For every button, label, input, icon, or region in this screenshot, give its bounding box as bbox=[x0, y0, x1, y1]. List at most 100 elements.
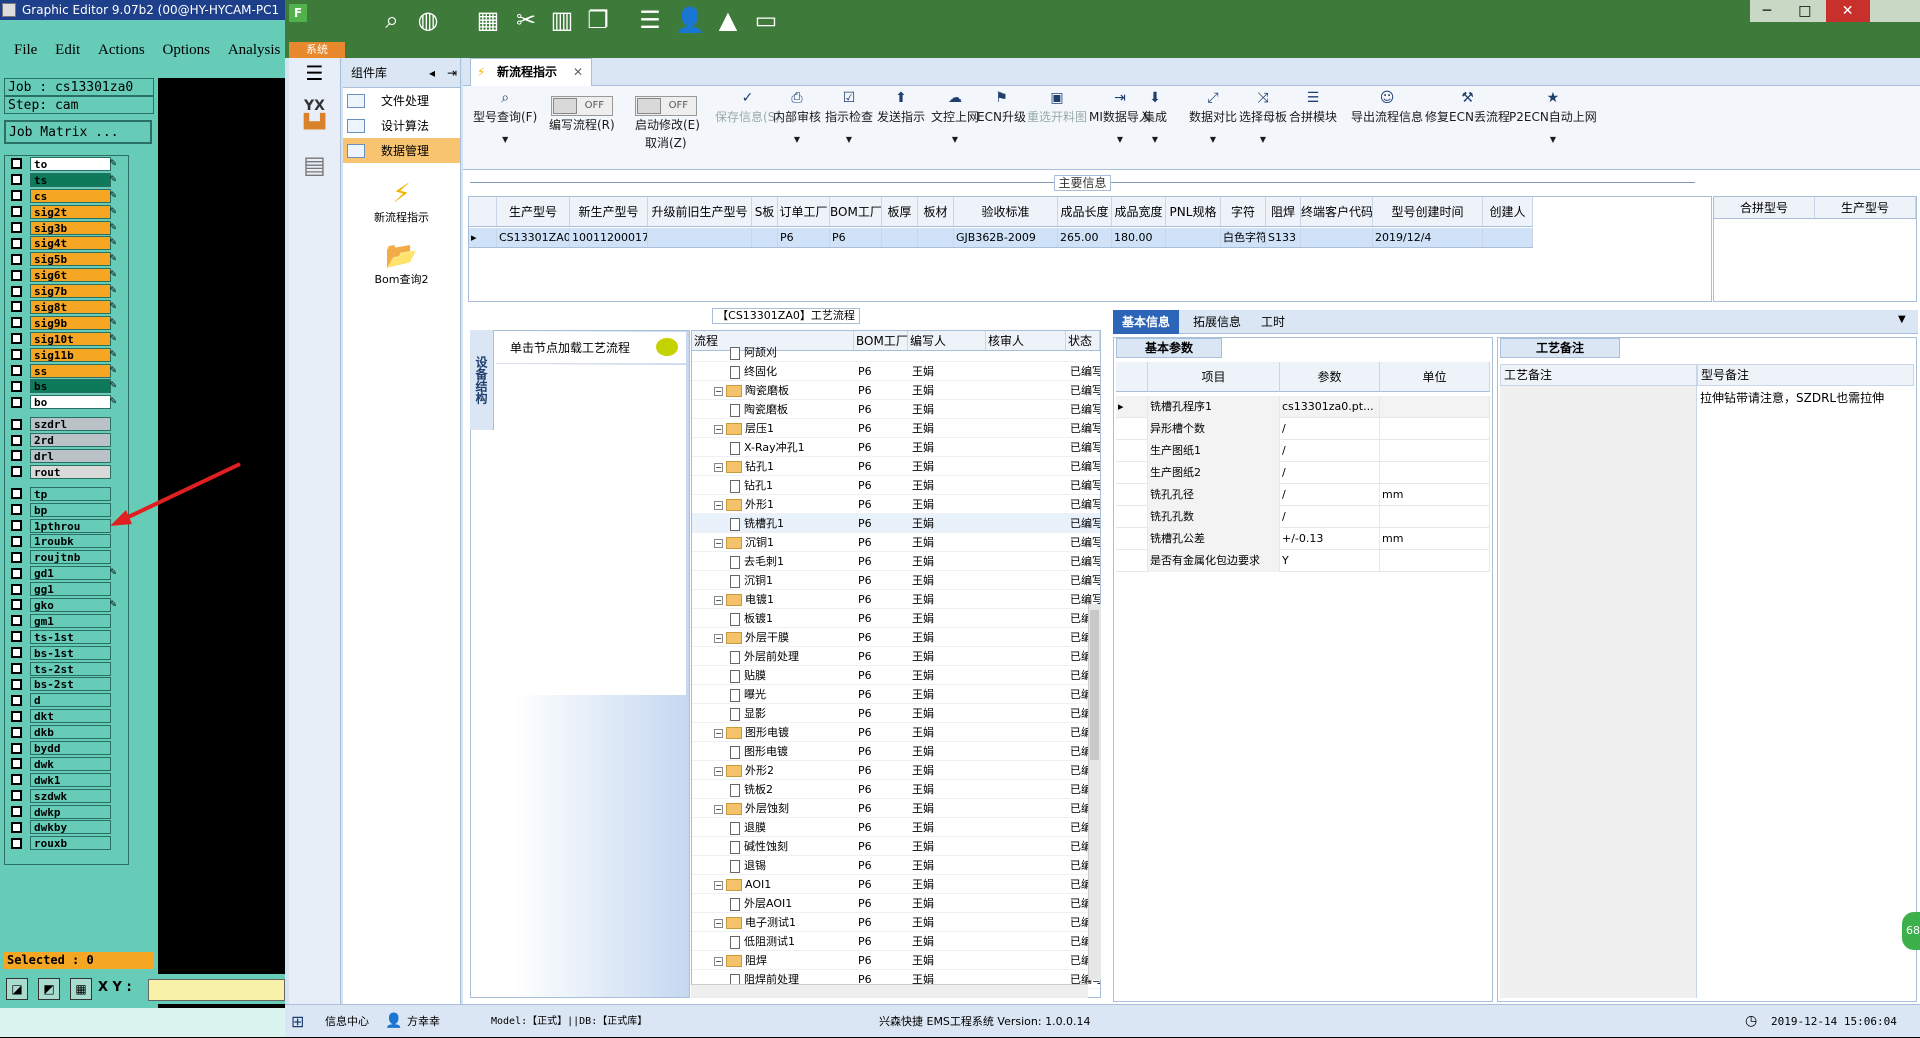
layer-checkbox[interactable] bbox=[11, 317, 22, 329]
collapse-icon[interactable]: − bbox=[714, 956, 723, 966]
tree-row[interactable]: − 外形2 P6 王娟 已编写 bbox=[692, 761, 1100, 780]
tree-node[interactable]: 曝光 bbox=[730, 685, 854, 704]
menu-analysis[interactable]: Analysis bbox=[228, 42, 281, 58]
toolbar-button[interactable]: ⬆ 发送指示 bbox=[877, 90, 925, 125]
minimize-button[interactable]: ─ bbox=[1750, 0, 1784, 22]
layer-checkbox[interactable] bbox=[11, 488, 22, 500]
tree-row[interactable]: 去毛刺1 P6 王娟 已编写 bbox=[692, 552, 1100, 571]
layer-row[interactable]: d bbox=[5, 692, 128, 708]
grid-icon[interactable]: ▦ bbox=[473, 6, 503, 34]
layer-row[interactable]: ts ✎ bbox=[5, 172, 128, 188]
tree-node[interactable]: 铣槽孔1 bbox=[730, 514, 854, 533]
toolbar-button[interactable]: ⇥ MI数据导入 ▼ bbox=[1089, 90, 1151, 144]
main-col-header[interactable]: 新生产型号 bbox=[570, 197, 648, 226]
menu-options[interactable]: Options bbox=[163, 42, 211, 58]
tree-node[interactable]: 图形电镀 bbox=[730, 742, 854, 761]
layer-checkbox[interactable] bbox=[11, 333, 22, 345]
layer-row[interactable]: sig8t ✎ bbox=[5, 299, 128, 315]
layer-row[interactable]: rouxb bbox=[5, 835, 128, 851]
basic-param-row[interactable]: 铣槽孔公差 +/-0.13 mm bbox=[1116, 528, 1490, 550]
tree-row[interactable]: 铣槽孔1 P6 王娟 已编写 bbox=[692, 514, 1100, 533]
layer-row[interactable]: szdwk bbox=[5, 788, 128, 804]
main-col-header[interactable]: 创建人 bbox=[1483, 197, 1533, 226]
layer-checkbox[interactable] bbox=[11, 301, 22, 313]
layer-checkbox[interactable] bbox=[11, 365, 22, 377]
layer-checkbox[interactable] bbox=[11, 599, 22, 611]
layer-checkbox[interactable] bbox=[11, 615, 22, 627]
main-col-header[interactable]: BOM工厂 bbox=[830, 197, 882, 226]
tree-row[interactable]: 显影 P6 王娟 已编写 bbox=[692, 704, 1100, 723]
param-value[interactable]: / bbox=[1280, 462, 1380, 484]
layer-checkbox[interactable] bbox=[11, 663, 22, 675]
tree-row[interactable]: − 电镀1 P6 王娟 已编写 bbox=[692, 590, 1100, 609]
layer-checkbox[interactable] bbox=[11, 567, 22, 579]
param-value[interactable]: +/-0.13 bbox=[1280, 528, 1380, 550]
tree-row[interactable]: 陶瓷磨板 P6 王娟 已编写 bbox=[692, 400, 1100, 419]
layer-row[interactable]: sig5b ✎ bbox=[5, 251, 128, 267]
layer-checkbox[interactable] bbox=[11, 647, 22, 659]
main-info-row[interactable]: ▸CS13301ZA010011200017906 P6P6 GJB362B-200… bbox=[469, 228, 1533, 248]
stack-icon[interactable]: ❐ bbox=[583, 6, 613, 34]
tree-node[interactable]: 低阻测试1 bbox=[730, 932, 854, 951]
tab-new-flow[interactable]: ⚡ 新流程指示 ✕ bbox=[470, 58, 592, 86]
tree-node[interactable]: X-Ray冲孔1 bbox=[730, 438, 854, 457]
toolbar-button[interactable]: ⚑ ECN升级 bbox=[977, 90, 1026, 125]
info-center[interactable]: 信息中心 bbox=[325, 1005, 369, 1038]
layer-checkbox[interactable] bbox=[11, 504, 22, 516]
layer-row[interactable]: dwkp bbox=[5, 804, 128, 820]
tree-node[interactable]: 铣板2 bbox=[730, 780, 854, 799]
basic-param-row[interactable]: 是否有金属化包边要求 Y bbox=[1116, 550, 1490, 572]
toolbar-button[interactable]: ⤢ 数据对比 ▼ bbox=[1189, 90, 1237, 144]
tree-node[interactable]: 碱性蚀刻 bbox=[730, 837, 854, 856]
layer-checkbox[interactable] bbox=[11, 758, 22, 770]
layer-row[interactable]: ss ✎ bbox=[5, 363, 128, 379]
user-icon[interactable]: 👤 bbox=[675, 6, 705, 34]
tab-extended-info[interactable]: 拓展信息 bbox=[1184, 310, 1250, 334]
layer-checkbox[interactable] bbox=[11, 837, 22, 849]
component-menu-item[interactable]: 设计算法 bbox=[343, 113, 460, 138]
tree-node[interactable]: 退膜 bbox=[730, 818, 854, 837]
model-note-value[interactable]: 拉伸钻带请注意，SZDRL也需拉伸 bbox=[1697, 388, 1914, 408]
basic-params-tab[interactable]: 基本参数 bbox=[1116, 338, 1222, 358]
layer-row[interactable]: sig3b ✎ bbox=[5, 220, 128, 236]
tree-node[interactable]: 贴膜 bbox=[730, 666, 854, 685]
layer-row[interactable]: dwkby bbox=[5, 820, 128, 836]
tree-node[interactable]: 终固化 bbox=[730, 362, 854, 381]
tree-node[interactable]: 板镀1 bbox=[730, 609, 854, 628]
cancel-button[interactable]: 取消(Z) bbox=[645, 134, 687, 151]
tree-row[interactable]: 终固化 P6 王娟 已编写 bbox=[692, 362, 1100, 381]
layer-row[interactable]: ts-2st bbox=[5, 661, 128, 677]
layer-row[interactable]: bs-1st bbox=[5, 645, 128, 661]
basic-param-row[interactable]: 铣孔孔数 / bbox=[1116, 506, 1490, 528]
layer-row[interactable]: dwk bbox=[5, 756, 128, 772]
toolbar-button[interactable]: ☺ 导出流程信息 bbox=[1351, 90, 1423, 125]
collapse-icon[interactable]: − bbox=[714, 766, 723, 776]
layer-row[interactable]: cs ✎ bbox=[5, 188, 128, 204]
collapse-icon[interactable]: − bbox=[714, 538, 723, 548]
layer-row[interactable]: dkb bbox=[5, 724, 128, 740]
tree-row[interactable]: − 层压1 P6 王娟 已编写 bbox=[692, 419, 1100, 438]
tree-node[interactable]: − 电镀1 bbox=[714, 590, 854, 609]
layer-row[interactable]: szdrl bbox=[5, 416, 128, 432]
toolbar-button[interactable]: ☁ 文控上网 ▼ bbox=[931, 90, 979, 144]
tree-node[interactable]: 退锡 bbox=[730, 856, 854, 875]
globe-icon[interactable]: ◍ bbox=[413, 6, 443, 34]
toolbar-button[interactable]: ⬇ 集成 ▼ bbox=[1143, 90, 1167, 144]
measure-icon[interactable]: ◩ bbox=[38, 978, 60, 1000]
main-col-header[interactable]: 型号创建时间 bbox=[1373, 197, 1483, 226]
tree-node[interactable]: 沉铜1 bbox=[730, 571, 854, 590]
tree-row[interactable]: − 沉铜1 P6 王娟 已编写 bbox=[692, 533, 1100, 552]
layer-checkbox[interactable] bbox=[11, 190, 22, 202]
layer-row[interactable]: gg1 bbox=[5, 581, 128, 597]
tree-scroll-thumb[interactable] bbox=[1090, 610, 1099, 760]
layer-row[interactable]: to ✎ bbox=[5, 156, 128, 172]
layer-checkbox[interactable] bbox=[11, 285, 22, 297]
tree-node[interactable]: − 外层蚀刻 bbox=[714, 799, 854, 818]
tree-row[interactable]: 退锡 P6 王娟 已编写 bbox=[692, 856, 1100, 875]
basic-param-row[interactable]: 铣孔孔径 / mm bbox=[1116, 484, 1490, 506]
close-tab-icon[interactable]: ✕ bbox=[573, 59, 583, 85]
layer-checkbox[interactable] bbox=[11, 535, 22, 547]
layer-checkbox[interactable] bbox=[11, 174, 22, 186]
menu-file[interactable]: File bbox=[14, 42, 37, 58]
toolbar-button[interactable]: ☰ 合拼模块 bbox=[1289, 90, 1337, 125]
